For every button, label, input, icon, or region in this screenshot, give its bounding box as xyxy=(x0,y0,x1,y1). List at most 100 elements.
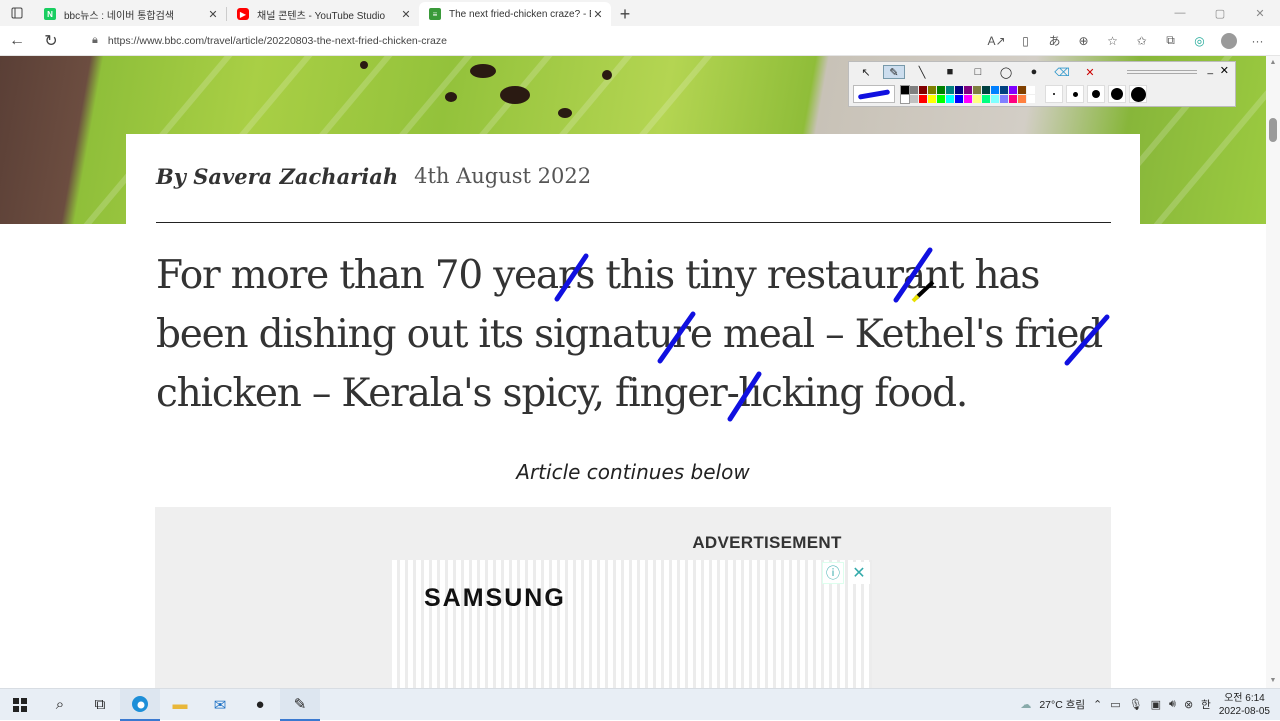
color-swatch[interactable] xyxy=(1000,85,1008,94)
color-swatch[interactable] xyxy=(937,94,945,103)
zoom-icon[interactable]: ⊕ xyxy=(1069,26,1098,56)
color-swatch[interactable] xyxy=(955,94,963,103)
scroll-up-icon[interactable]: ▲ xyxy=(1266,56,1280,70)
favorites-icon[interactable]: ✩ xyxy=(1127,26,1156,56)
color-swatch[interactable] xyxy=(910,85,918,94)
pen-tool-icon[interactable]: ✎ xyxy=(883,65,905,79)
clear-tool-icon[interactable]: ✕ xyxy=(1079,65,1101,79)
back-button[interactable]: ← xyxy=(0,26,34,56)
pen-size-4[interactable] xyxy=(1108,85,1126,103)
edge-taskbar-button[interactable] xyxy=(120,688,160,721)
pen-size-5[interactable] xyxy=(1129,85,1147,103)
ad-banner[interactable]: SAMSUNG ⓘ ✕ xyxy=(392,560,872,688)
network-icon[interactable]: ▭ xyxy=(1110,698,1120,711)
tab-bbc-article[interactable]: ≡ The next fried-chicken craze? - B ✕ xyxy=(419,2,611,26)
pointer-tool-icon[interactable]: ↖ xyxy=(855,65,877,79)
maximize-button[interactable]: ▢ xyxy=(1200,0,1240,26)
extension-icon[interactable]: ◎ xyxy=(1185,26,1214,56)
color-swatch[interactable] xyxy=(946,94,954,103)
refresh-button[interactable]: ↻ xyxy=(34,26,68,56)
color-palette[interactable] xyxy=(900,84,1035,104)
minimize-button[interactable]: — xyxy=(1160,0,1200,26)
pen-close-button[interactable]: ✕ xyxy=(1220,64,1229,77)
url-text[interactable]: https://www.bbc.com/travel/article/20220… xyxy=(108,35,447,47)
pen-size-3[interactable] xyxy=(1087,85,1105,103)
tab-youtube-studio[interactable]: ▶ 채널 콘텐츠 - YouTube Studio ✕ xyxy=(227,2,419,26)
pen-size-2[interactable] xyxy=(1066,85,1084,103)
color-swatch[interactable] xyxy=(982,85,990,94)
read-aloud-icon[interactable]: A↗ xyxy=(982,26,1011,56)
color-swatch[interactable] xyxy=(1018,94,1026,103)
rect-tool-icon[interactable]: □ xyxy=(967,65,989,79)
color-swatch[interactable] xyxy=(991,85,999,94)
tab-close-icon[interactable]: ✕ xyxy=(399,8,413,21)
color-swatch[interactable] xyxy=(982,94,990,103)
color-swatch[interactable] xyxy=(1009,94,1017,103)
pen-size-1[interactable] xyxy=(1045,85,1063,103)
filled-rect-tool-icon[interactable]: ■ xyxy=(939,65,961,79)
eraser-tool-icon[interactable]: ⌫ xyxy=(1051,65,1073,79)
new-tab-button[interactable]: + xyxy=(611,2,639,26)
scroll-down-icon[interactable]: ▼ xyxy=(1266,674,1280,688)
file-explorer-button[interactable]: ▬ xyxy=(160,689,200,721)
start-button[interactable] xyxy=(0,689,40,721)
favorite-add-icon[interactable]: ☆ xyxy=(1098,26,1127,56)
display-icon[interactable]: ▣ xyxy=(1151,698,1161,711)
ad-brand[interactable]: SAMSUNG xyxy=(424,584,566,613)
ime-indicator[interactable]: 한 xyxy=(1201,697,1211,712)
filled-ellipse-tool-icon[interactable]: ● xyxy=(1023,65,1045,79)
profile-icon[interactable] xyxy=(1214,26,1243,56)
author-name[interactable]: By Savera Zachariah xyxy=(156,164,398,189)
color-swatch[interactable] xyxy=(928,94,936,103)
app-button[interactable]: ● xyxy=(240,689,280,721)
immersive-reader-icon[interactable]: ▯ xyxy=(1011,26,1040,56)
line-tool-icon[interactable]: ╲ xyxy=(911,65,933,79)
tab-actions-button[interactable] xyxy=(0,0,34,26)
color-swatch[interactable] xyxy=(928,85,936,94)
color-swatch[interactable] xyxy=(955,85,963,94)
close-circle-icon[interactable]: ⊗ xyxy=(1184,698,1193,711)
search-button[interactable]: ⌕ xyxy=(40,689,80,721)
address-bar[interactable]: 🔒︎ https://www.bbc.com/travel/article/20… xyxy=(92,29,912,53)
page-scrollbar[interactable]: ▲ ▼ xyxy=(1266,56,1280,688)
color-swatch[interactable] xyxy=(1009,85,1017,94)
color-swatch[interactable] xyxy=(1018,85,1026,94)
chevron-up-icon[interactable]: ⌃ xyxy=(1093,698,1102,711)
close-window-button[interactable]: ✕ xyxy=(1240,0,1280,26)
color-swatch[interactable] xyxy=(937,85,945,94)
volume-icon[interactable]: 🔊︎ xyxy=(1169,698,1176,711)
color-swatch[interactable] xyxy=(900,93,910,104)
color-swatch[interactable] xyxy=(946,85,954,94)
mail-button[interactable]: ✉ xyxy=(200,689,240,721)
color-swatch[interactable] xyxy=(973,94,981,103)
color-swatch[interactable] xyxy=(1000,94,1008,103)
ad-info-icon[interactable]: ⓘ xyxy=(822,562,844,584)
ellipse-tool-icon[interactable]: ◯ xyxy=(995,65,1017,79)
toolbar-grip[interactable] xyxy=(1127,70,1197,74)
tab-close-icon[interactable]: ✕ xyxy=(206,8,220,21)
pen-minimize-button[interactable]: _ xyxy=(1207,64,1213,75)
lock-icon[interactable]: 🔒︎ xyxy=(92,34,98,47)
color-swatch[interactable] xyxy=(910,94,918,103)
color-swatch[interactable] xyxy=(991,94,999,103)
scroll-thumb[interactable] xyxy=(1269,118,1277,142)
color-swatch[interactable] xyxy=(964,85,972,94)
color-swatch[interactable] xyxy=(964,94,972,103)
ad-close-icon[interactable]: ✕ xyxy=(848,562,870,584)
color-swatch[interactable] xyxy=(1027,85,1035,94)
microphone-icon[interactable]: 🎙︎ xyxy=(1129,698,1143,711)
translate-icon[interactable]: あ xyxy=(1040,26,1069,56)
pen-app-button[interactable]: ✎ xyxy=(280,688,320,721)
color-swatch[interactable] xyxy=(919,94,927,103)
tab-naver[interactable]: N bbc뉴스 : 네이버 통합검색 ✕ xyxy=(34,2,226,26)
collections-icon[interactable]: ⧉ xyxy=(1156,26,1185,56)
color-swatch[interactable] xyxy=(900,84,910,95)
task-view-button[interactable]: ⧉ xyxy=(80,689,120,721)
color-swatch[interactable] xyxy=(973,85,981,94)
tab-close-icon[interactable]: ✕ xyxy=(591,8,605,21)
weather-text[interactable]: 27°C 흐림 xyxy=(1039,697,1085,712)
clock[interactable]: 오전 6:14 2022-08-05 xyxy=(1219,692,1270,718)
more-icon[interactable]: ··· xyxy=(1243,26,1272,56)
color-swatch[interactable] xyxy=(1027,94,1035,103)
color-swatch[interactable] xyxy=(919,85,927,94)
